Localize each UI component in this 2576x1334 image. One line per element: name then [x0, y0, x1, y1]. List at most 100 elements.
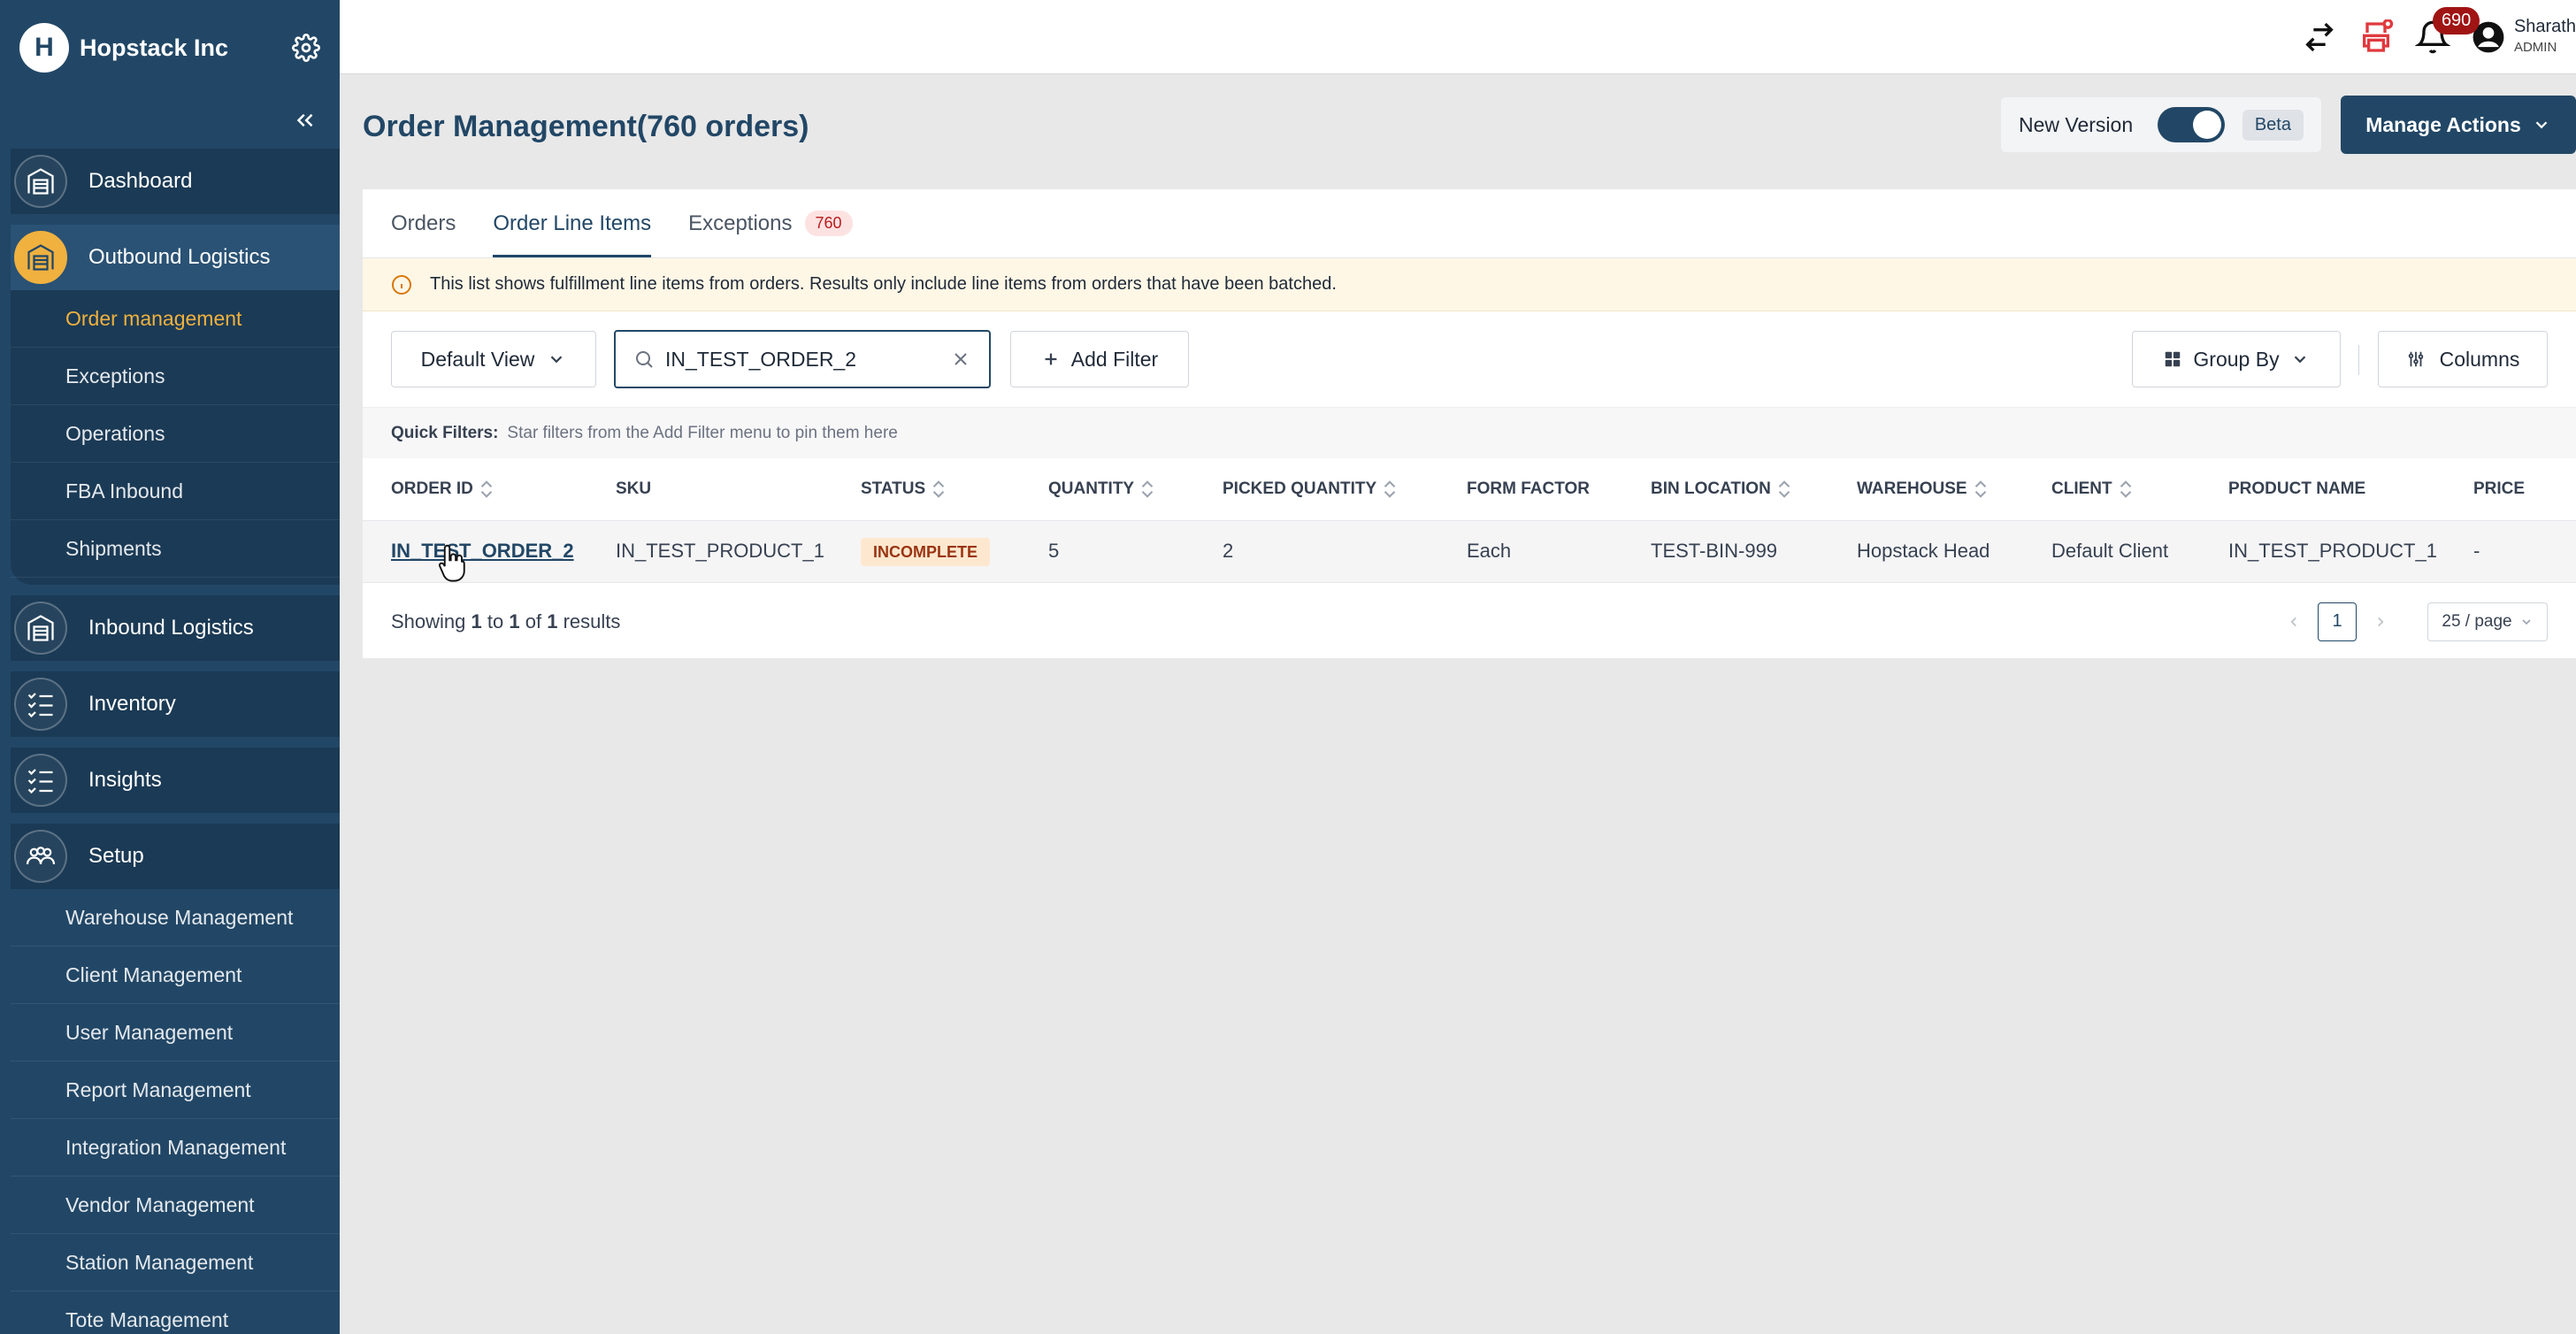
sidebar-subitem-client-management[interactable]: Client Management: [11, 947, 340, 1004]
column-header-warehouse[interactable]: WAREHOUSE: [1857, 458, 2051, 521]
column-label: STATUS: [861, 479, 926, 498]
sidebar-subitem-operations[interactable]: Operations: [11, 405, 340, 463]
sidebar-subitem-station-management[interactable]: Station Management: [11, 1234, 340, 1292]
table-row[interactable]: IN_TEST_ORDER_2 IN_TEST_PRODUCT_1 INCOMP…: [363, 520, 2576, 583]
checklist-icon: [14, 678, 67, 731]
info-text: This list shows fulfillment line items f…: [430, 274, 1337, 294]
version-toggle-box: New Version Beta: [2001, 97, 2321, 152]
sidebar-subitem-warehouse-management[interactable]: Warehouse Management: [11, 889, 340, 947]
tab-orders[interactable]: Orders: [391, 211, 456, 257]
tab-label: Orders: [391, 211, 456, 235]
gear-icon[interactable]: [292, 34, 320, 62]
search-input[interactable]: [665, 347, 950, 372]
sidebar-subitem-order-management[interactable]: Order management: [11, 290, 340, 348]
cell-price: -: [2473, 520, 2576, 583]
switch-arrows-icon[interactable]: [2302, 19, 2337, 55]
collapse-row: [0, 96, 340, 149]
tab-label: Exceptions: [688, 211, 793, 235]
sidebar-item-outbound-logistics[interactable]: Outbound Logistics: [11, 225, 340, 290]
column-header-client[interactable]: CLIENT: [2051, 458, 2228, 521]
column-label: FORM FACTOR: [1467, 479, 1590, 498]
manage-actions-label: Manage Actions: [2365, 112, 2521, 136]
cell-quantity: 5: [1048, 520, 1223, 583]
page-title: Order Management(760 orders): [363, 110, 809, 143]
column-header-status[interactable]: STATUS: [861, 458, 1048, 521]
sort-icon: [1141, 480, 1154, 498]
page-number-button[interactable]: 1: [2318, 602, 2357, 641]
checklist-icon: [14, 754, 67, 807]
column-label: CLIENT: [2051, 479, 2112, 498]
column-label: BIN LOCATION: [1651, 479, 1771, 498]
sidebar-item-label: Inventory: [88, 692, 176, 716]
column-label: SKU: [616, 479, 652, 498]
prev-page-button[interactable]: [2281, 609, 2307, 635]
sort-icon: [1778, 480, 1790, 498]
group-by-button[interactable]: Group By: [2132, 331, 2341, 387]
sidebar-item-insights[interactable]: Insights: [11, 748, 340, 813]
tab-exceptions[interactable]: Exceptions 760: [688, 211, 853, 257]
sidebar-item-inventory[interactable]: Inventory: [11, 671, 340, 737]
sidebar-item-dashboard[interactable]: Dashboard: [11, 149, 340, 214]
plus-icon: [1045, 353, 1057, 365]
chevron-down-icon: [2522, 618, 2531, 625]
sidebar-item-setup[interactable]: Setup: [11, 824, 340, 889]
order-id-link[interactable]: IN_TEST_ORDER_2: [391, 540, 574, 562]
hand-cursor-icon: [438, 544, 465, 582]
sidebar-subitem-vendor-management[interactable]: Vendor Management: [11, 1177, 340, 1234]
sidebar-item-inbound-logistics[interactable]: Inbound Logistics: [11, 595, 340, 661]
sidebar-subitem-tote-management[interactable]: Tote Management: [11, 1292, 340, 1334]
sort-icon: [932, 480, 945, 498]
column-header-order-id[interactable]: ORDER ID: [363, 458, 616, 521]
column-header-quantity[interactable]: QUANTITY: [1048, 458, 1223, 521]
sidebar-subitem-report-management[interactable]: Report Management: [11, 1062, 340, 1119]
sidebar-subitem-integration-management[interactable]: Integration Management: [11, 1119, 340, 1177]
grid-icon: [2166, 351, 2181, 367]
cell-client: Default Client: [2051, 520, 2228, 583]
column-header-picked-quantity[interactable]: PICKED QUANTITY: [1223, 458, 1467, 521]
beta-badge: Beta: [2242, 109, 2304, 141]
cell-bin-location: TEST-BIN-999: [1651, 520, 1857, 583]
bell-icon[interactable]: 690: [2414, 7, 2480, 55]
toggle-knob: [2192, 111, 2221, 139]
toolbar-divider: [2358, 345, 2359, 375]
column-header-product-name: PRODUCT NAME: [2228, 458, 2473, 521]
pagination: 1 25 / page: [2270, 602, 2548, 641]
chevron-down-icon: [551, 356, 563, 364]
new-version-toggle[interactable]: [2157, 107, 2225, 142]
chevron-down-icon: [2535, 121, 2548, 129]
sidebar-subitem-shipments[interactable]: Shipments: [11, 520, 340, 578]
info-icon: [392, 274, 411, 295]
next-page-button[interactable]: [2367, 609, 2394, 635]
columns-button[interactable]: Columns: [2378, 331, 2548, 387]
default-view-dropdown[interactable]: Default View: [391, 331, 596, 387]
sidebar-subitem-fba-inbound[interactable]: FBA Inbound: [11, 463, 340, 520]
tab-order-line-items[interactable]: Order Line Items: [493, 211, 652, 257]
team-icon: [14, 830, 67, 883]
column-label: QUANTITY: [1048, 479, 1135, 498]
status-badge: INCOMPLETE: [861, 538, 991, 566]
close-icon[interactable]: [950, 349, 971, 370]
search-box: [614, 330, 991, 388]
sliders-icon: [2408, 351, 2423, 367]
column-header-bin-location[interactable]: BIN LOCATION: [1651, 458, 1857, 521]
user-menu[interactable]: Sharath ADMIN: [2472, 16, 2576, 58]
brand-name: Hopstack Inc: [80, 34, 229, 61]
add-filter-label: Add Filter: [1070, 347, 1159, 371]
tab-label: Order Line Items: [493, 211, 652, 235]
column-label: WAREHOUSE: [1857, 479, 1967, 498]
info-banner: This list shows fulfillment line items f…: [363, 258, 2576, 311]
page-size-select[interactable]: 25 / page: [2427, 602, 2548, 641]
group-by-label: Group By: [2193, 347, 2280, 371]
sidebar-item-label: Insights: [88, 768, 162, 792]
add-filter-button[interactable]: Add Filter: [1010, 331, 1189, 387]
sidebar-subitem-user-management[interactable]: User Management: [11, 1004, 340, 1062]
double-chevron-left-icon[interactable]: [292, 107, 318, 138]
sidebar-subitem-exceptions[interactable]: Exceptions: [11, 348, 340, 405]
manage-actions-button[interactable]: Manage Actions: [2341, 96, 2576, 154]
outbound-submenu: Order management Exceptions Operations F…: [11, 290, 340, 585]
column-label: PICKED QUANTITY: [1223, 479, 1377, 498]
cell-order-id: IN_TEST_ORDER_2: [363, 520, 616, 583]
sort-icon: [1384, 480, 1396, 498]
of-word: of: [525, 610, 542, 632]
printer-icon[interactable]: [2358, 19, 2394, 55]
